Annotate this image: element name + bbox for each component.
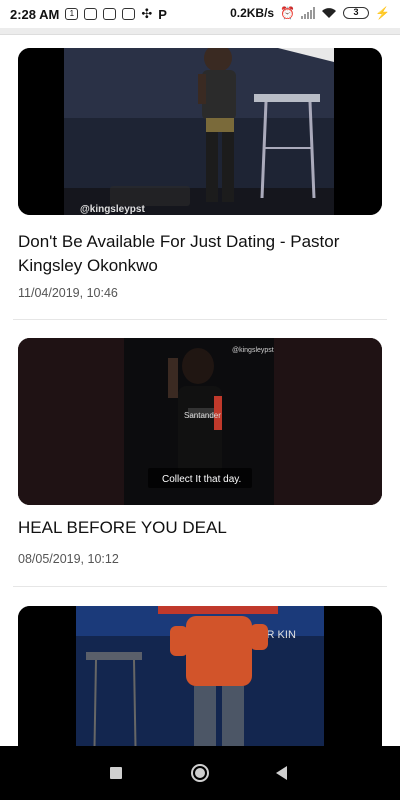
thumbnail-image: Santander @kingsleypst Collect It that d… <box>18 338 382 505</box>
video-thumbnail[interactable]: Santander @kingsleypst Collect It that d… <box>18 338 382 505</box>
back-button[interactable] <box>252 746 312 800</box>
status-time: 2:28 AM <box>10 6 60 22</box>
list-item[interactable]: Santander @kingsleypst Collect It that d… <box>13 324 387 594</box>
thumbnail-watermark: @kingsleypst <box>232 347 274 354</box>
status-bar: 2:28 AM 1 ✣ P 0.2KB/s ⏰ 3 ⚡ <box>0 0 400 28</box>
video-thumbnail[interactable]: @kingsleypst <box>18 48 382 215</box>
video-title[interactable]: Don't Be Available For Just Dating - Pas… <box>18 230 368 278</box>
p-icon: P <box>158 6 167 22</box>
list-item[interactable]: OR KIN <box>13 592 387 746</box>
mail-icon <box>103 8 117 20</box>
video-date: 08/05/2019, 10:12 <box>18 552 119 566</box>
status-left: 2:28 AM 1 ✣ P <box>10 6 167 22</box>
list-item[interactable]: @kingsleypst Don't Be Available For Just… <box>13 34 387 320</box>
video-date: 11/04/2019, 10:46 <box>18 286 118 300</box>
pinwheel-icon: ✣ <box>141 6 153 21</box>
back-icon <box>276 766 287 780</box>
recent-apps-button[interactable] <box>86 746 146 800</box>
mail-icon <box>122 8 136 20</box>
thumbnail-image: OR KIN <box>18 606 382 746</box>
thumbnail-caption: Collect It that day. <box>162 474 241 485</box>
mail-icon <box>84 8 98 20</box>
recent-apps-icon <box>110 767 122 779</box>
notification-1-icon: 1 <box>65 8 79 20</box>
thumbnail-shirt-text: Santander <box>184 411 221 420</box>
home-button[interactable] <box>170 746 230 800</box>
signal-icon <box>301 7 316 19</box>
home-icon <box>191 764 209 782</box>
divider <box>13 319 387 320</box>
divider <box>13 586 387 587</box>
alarm-icon: ⏰ <box>280 6 296 20</box>
video-title[interactable]: HEAL BEFORE YOU DEAL <box>18 516 368 540</box>
battery-icon: 3 <box>343 7 370 19</box>
video-feed[interactable]: @kingsleypst Don't Be Available For Just… <box>0 34 400 746</box>
video-thumbnail[interactable]: OR KIN <box>18 606 382 746</box>
system-nav-bar <box>0 746 400 800</box>
status-right: 0.2KB/s ⏰ 3 ⚡ <box>230 6 390 20</box>
thumbnail-image: @kingsleypst <box>18 48 382 215</box>
thumbnail-watermark: @kingsleypst <box>80 204 145 215</box>
network-speed: 0.2KB/s <box>230 6 275 20</box>
wifi-icon <box>322 8 337 18</box>
charging-icon: ⚡ <box>375 6 390 20</box>
